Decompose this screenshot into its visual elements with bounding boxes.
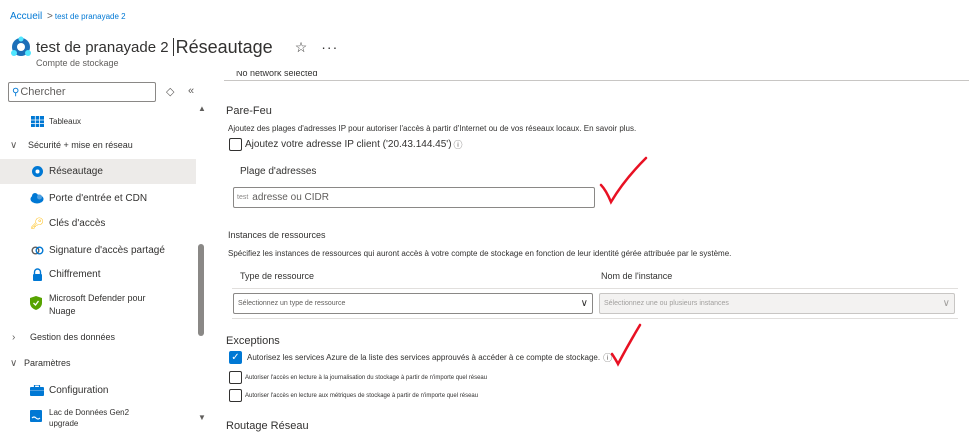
sidebar-item-label: Signature d'accès partagé: [49, 244, 165, 256]
page-subtitle: Compte de stockage: [36, 58, 119, 68]
exception-label: Autorisez les services Azure de la liste…: [247, 353, 601, 362]
favorite-star-icon[interactable]: ☆: [295, 39, 308, 56]
exception-item: Autoriser l'accès en lecture aux métriqu…: [229, 389, 478, 402]
sidebar-item-tableaux[interactable]: Tableaux: [0, 109, 196, 133]
sidebar-item-label: Lac de Données Gen2 upgrade: [49, 408, 130, 428]
info-icon[interactable]: ⓘ: [454, 138, 463, 151]
sidebar-group-settings[interactable]: ∨ Paramètres: [0, 351, 196, 375]
firewall-description: Ajoutez des plages d'adresses IP pour au…: [228, 124, 637, 133]
sidebar-item-label: Microsoft Defender pour Nuage: [49, 293, 146, 316]
scrollbar-thumb[interactable]: [198, 244, 204, 336]
column-header-type: Type de ressource: [240, 271, 315, 281]
address-range-input[interactable]: test adresse ou CIDR: [233, 187, 595, 208]
sidebar-item-label: Configuration: [49, 384, 109, 396]
sidebar-item-label: Chiffrement: [49, 268, 101, 280]
chevron-right-icon: ›: [12, 331, 16, 343]
sidebar-item-label: Tableaux: [49, 116, 82, 126]
lock-icon: [30, 267, 44, 281]
table-icon: [30, 114, 44, 128]
data-lake-icon: [30, 409, 44, 423]
page-header: test de pranayade 2 Réseautage ☆ ···: [10, 36, 338, 58]
more-options-icon[interactable]: ···: [321, 39, 338, 55]
exception-item: ✓ Autorisez les services Azure de la lis…: [229, 351, 612, 364]
cutoff-text: No network selected: [236, 71, 318, 77]
key-icon: 🔑︎: [30, 217, 44, 230]
cloud-icon: [30, 191, 44, 205]
firewall-title: Pare-Feu: [226, 105, 272, 117]
column-header-name: Nom de l'instance: [601, 271, 673, 281]
title-divider: [172, 38, 174, 56]
sidebar-group-label: Sécurité + mise en réseau: [28, 140, 133, 150]
scroll-up-icon[interactable]: ▲: [198, 104, 206, 113]
sidebar-search-input[interactable]: ⚲ Chercher: [8, 82, 156, 102]
annotation-checkmark: [610, 323, 642, 367]
exception-item: Autoriser l'accès en lecture à la journa…: [229, 371, 487, 384]
sidebar-group-data-management[interactable]: › Gestion des données: [0, 325, 196, 349]
breadcrumb-home[interactable]: Accueil: [10, 11, 42, 22]
instance-name-placeholder: Sélectionnez une ou plusieurs instances: [604, 300, 729, 307]
resource-name: test de pranayade 2: [36, 38, 169, 56]
sidebar-item-label: Réseautage: [49, 166, 103, 177]
shield-icon: [30, 296, 44, 312]
section-divider: [224, 80, 969, 81]
storage-account-icon: [11, 36, 31, 56]
add-client-ip-row: Ajoutez votre adresse IP client ('20.43.…: [229, 138, 463, 151]
instances-title: Instances de ressources: [228, 230, 326, 240]
sidebar-item-configuration[interactable]: Configuration: [0, 378, 196, 402]
breadcrumb-current[interactable]: test de pranayade 2: [55, 12, 126, 21]
add-client-ip-label: Ajoutez votre adresse IP client ('20.43.…: [245, 139, 452, 150]
search-icon: ⚲: [12, 86, 20, 98]
exception-checkbox[interactable]: [229, 371, 242, 384]
sidebar-item-label: Clés d'accès: [49, 217, 106, 229]
sidebar-item-access-keys[interactable]: 🔑︎ Clés d'accès: [0, 211, 196, 235]
annotation-checkmark: [599, 156, 648, 205]
breadcrumb-separator: >: [47, 11, 53, 22]
sidebar-item-defender[interactable]: Microsoft Defender pour Nuage: [30, 292, 196, 318]
scroll-down-icon[interactable]: ▼: [198, 413, 206, 422]
chevron-down-icon: ∨: [580, 298, 588, 309]
add-client-ip-checkbox[interactable]: [229, 138, 242, 151]
instances-description: Spécifiez les instances de ressources qu…: [228, 249, 732, 258]
resource-type-placeholder: Sélectionnez un type de ressource: [238, 300, 346, 307]
link-icon: [30, 243, 44, 257]
chevron-down-icon: ∨: [942, 298, 950, 309]
sidebar-item-label: Porte d'entrée et CDN: [49, 192, 148, 204]
sidebar-item-networking[interactable]: Réseautage: [0, 159, 196, 184]
table-header-divider: [232, 288, 958, 289]
search-placeholder: Chercher: [20, 86, 66, 98]
sidebar-item-data-lake[interactable]: Lac de Données Gen2 upgrade: [30, 407, 196, 429]
address-range-prefix: test: [237, 194, 249, 201]
sidebar-group-label: Gestion des données: [30, 332, 116, 342]
sidebar-item-front-door[interactable]: Porte d'entrée et CDN: [0, 186, 196, 210]
sidebar-item-sas[interactable]: Signature d'accès partagé: [0, 238, 196, 262]
exception-label: Autoriser l'accès en lecture aux métriqu…: [245, 392, 479, 399]
chevron-down-icon: ∨: [10, 357, 18, 369]
sidebar-group-label: Paramètres: [24, 358, 71, 368]
exception-label: Autoriser l'accès en lecture à la journa…: [245, 374, 488, 381]
instance-name-dropdown[interactable]: Sélectionnez une ou plusieurs instances …: [599, 293, 955, 314]
exceptions-title: Exceptions: [226, 335, 280, 347]
address-range-placeholder: adresse ou CIDR: [252, 192, 329, 203]
chevron-down-icon: ∨: [10, 139, 18, 151]
page-title: Réseautage: [175, 36, 273, 57]
resource-type-dropdown[interactable]: Sélectionnez un type de ressource ∨: [233, 293, 593, 314]
breadcrumb: Accueil > test de pranayade 2: [10, 11, 126, 22]
sidebar-item-encryption[interactable]: Chiffrement: [0, 262, 196, 286]
briefcase-icon: [30, 383, 44, 397]
exception-checkbox[interactable]: [229, 389, 242, 402]
collapse-sidebar-icon[interactable]: «: [188, 85, 194, 97]
address-range-label: Plage d'adresses: [240, 166, 317, 177]
table-row-divider: [232, 318, 958, 319]
exception-checkbox-checked[interactable]: ✓: [229, 351, 242, 364]
expand-collapse-icon[interactable]: ◇: [166, 85, 174, 98]
networking-icon: [30, 165, 44, 179]
routing-title: Routage Réseau: [226, 420, 309, 432]
sidebar-group-security[interactable]: ∨ Sécurité + mise en réseau: [0, 133, 196, 157]
